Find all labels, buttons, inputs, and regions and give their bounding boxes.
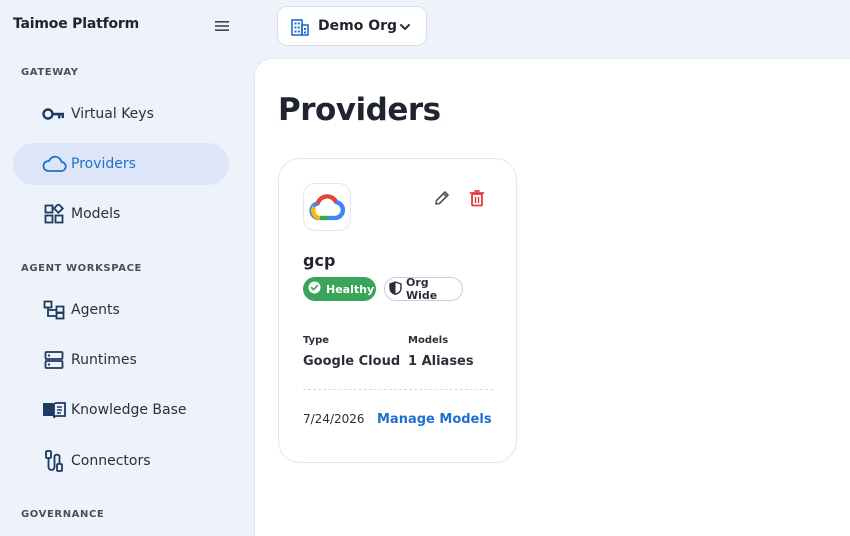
sidebar-item-providers[interactable]: Providers (13, 143, 229, 185)
page-title: Providers (278, 92, 441, 128)
book-icon (41, 398, 67, 422)
scope-badge: Org Wide (384, 276, 463, 302)
sidebar: Taimoe Platform GATEWAY Virtual Keys Pro… (0, 0, 254, 536)
models-label: Models (408, 335, 449, 346)
sidebar-item-runtimes[interactable]: Runtimes (13, 339, 229, 381)
models-value: 1 Aliases (408, 354, 474, 369)
scope-label: Org Wide (406, 276, 438, 302)
card-divider (303, 389, 493, 390)
org-selector[interactable]: Demo Org (277, 6, 427, 46)
delete-icon[interactable] (469, 189, 485, 211)
provider-name: gcp (303, 251, 336, 270)
sidebar-item-label: Virtual Keys (71, 106, 154, 122)
chevron-down-icon (398, 19, 412, 38)
provider-card[interactable]: gcp Healthy Org Wide Type Google Cloud M… (278, 158, 517, 463)
menu-icon[interactable] (213, 17, 231, 35)
section-label-gateway: GATEWAY (21, 67, 79, 78)
server-icon (41, 348, 67, 372)
shield-icon (389, 280, 402, 298)
cloud-icon (41, 152, 67, 176)
type-value: Google Cloud (303, 354, 401, 369)
sidebar-item-agents[interactable]: Agents (13, 289, 229, 331)
sidebar-item-label: Knowledge Base (71, 402, 187, 418)
sidebar-item-label: Runtimes (71, 352, 137, 368)
manage-models-link[interactable]: Manage Models (377, 412, 492, 427)
edit-icon[interactable] (433, 189, 451, 211)
models-icon (41, 202, 67, 226)
type-label: Type (303, 335, 330, 346)
status-badge: Healthy (303, 277, 376, 301)
sidebar-item-label: Providers (71, 156, 136, 172)
created-date: 7/24/2026 (303, 412, 365, 426)
connector-icon (41, 449, 67, 473)
sidebar-item-connectors[interactable]: Connectors (13, 440, 229, 482)
google-cloud-logo (303, 183, 351, 231)
sidebar-item-knowledge-base[interactable]: Knowledge Base (13, 389, 229, 431)
sidebar-item-label: Connectors (71, 453, 151, 469)
check-circle-icon (308, 281, 321, 297)
app-title: Taimoe Platform (13, 16, 139, 32)
section-label-agent-workspace: AGENT WORKSPACE (21, 263, 142, 274)
agents-icon (41, 298, 67, 322)
section-label-governance: GOVERNANCE (21, 509, 105, 520)
sidebar-item-label: Models (71, 206, 121, 222)
sidebar-item-models[interactable]: Models (13, 193, 229, 235)
org-name: Demo Org (318, 18, 398, 34)
key-icon (41, 102, 67, 126)
sidebar-item-label: Agents (71, 302, 120, 318)
sidebar-item-virtual-keys[interactable]: Virtual Keys (13, 93, 229, 135)
building-icon (291, 18, 309, 40)
status-label: Healthy (326, 282, 375, 296)
